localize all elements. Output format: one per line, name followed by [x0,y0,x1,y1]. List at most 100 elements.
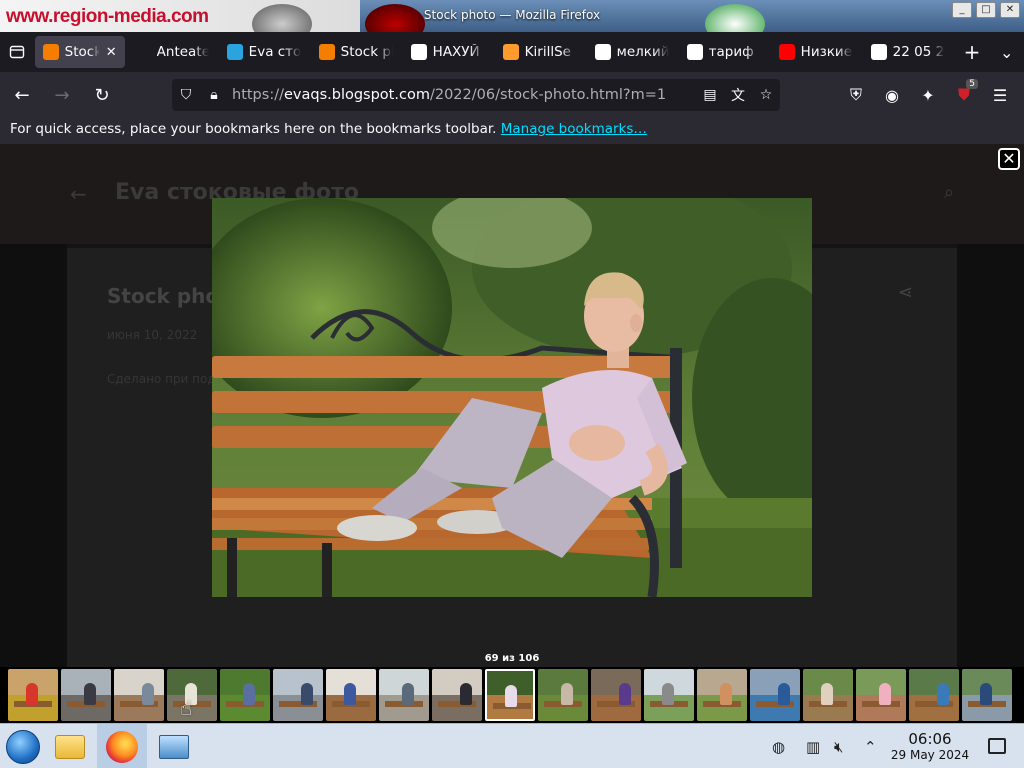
thumbnail-11[interactable] [538,669,588,721]
thumbnail-15[interactable] [750,669,800,721]
app-menu-icon[interactable]: ☰ [984,79,1016,111]
start-button[interactable] [2,724,44,768]
windows-start-icon [6,729,40,764]
thumbnail-8[interactable] [379,669,429,721]
maximize-button[interactable]: □ [976,2,996,18]
tray-expand-chevron-icon[interactable]: ⌃ [864,724,877,768]
tab-label: НАХУЙ [432,44,480,60]
thumbnail-strip [0,667,1024,723]
firefox-view-icon [10,45,25,59]
tab-4[interactable]: Stock photo [311,36,401,68]
taskbar-firefox[interactable] [97,724,147,768]
thumbnail-13[interactable] [644,669,694,721]
lock-icon[interactable]: 🔒︎ [200,87,228,103]
blogger-icon [318,44,335,60]
blog-search-icon: ⌕ [943,182,954,203]
tab-label: Eva стоковые [248,44,301,60]
taskbar: ◍ ▥ 🔇︎ ⌃ 06:06 29 May 2024 [0,723,1024,768]
taskbar-file-explorer[interactable] [48,724,92,768]
tab-9[interactable]: Низкие [771,36,861,68]
tab-7[interactable]: мелкий [587,36,677,68]
tab-label: Stock photo [64,44,100,60]
tray-network-icon[interactable]: ◍ [772,724,785,768]
ublock-extension-icon[interactable]: ⛊ 5 [948,79,980,111]
google-icon [870,44,887,60]
share-icon: ⋖ [897,282,913,303]
tab-label: тариф [708,44,754,60]
thumbnail-18[interactable] [909,669,959,721]
tab-2[interactable]: Anteater [127,36,217,68]
firefox-icon [106,730,138,763]
thumbnail-5[interactable] [220,669,270,721]
thumbnail-6[interactable] [273,669,323,721]
thumbnail-2[interactable] [61,669,111,721]
tab-label: KirillSe [524,44,571,60]
bookmark-star-icon[interactable]: ☆ [752,87,780,103]
tab-label: Низкие [800,44,853,60]
thumbnail-10[interactable] [485,669,535,721]
url-text[interactable]: https://evaqs.blogspot.com/2022/06/stock… [228,87,696,103]
firefox-view-button[interactable] [0,32,35,72]
page-margin-left [0,244,67,724]
lightbox-close-button[interactable]: ✕ [998,148,1020,170]
tracking-shield-icon[interactable]: ⛉ [172,87,200,103]
tab-label: Stock photo [340,44,393,60]
clock-date: 29 May 2024 [890,748,970,762]
youtube-icon [778,44,795,60]
remote-desktop-icon [159,734,189,759]
extensions-icon[interactable]: ✦ [912,79,944,111]
taskbar-clock[interactable]: 06:06 29 May 2024 [880,730,980,762]
account-icon[interactable]: ◉ [876,79,908,111]
extension-badge: 5 [966,79,978,89]
tab-label: 22 05 2024 [892,44,945,60]
tab-1[interactable]: Stock photo ✕ [34,36,125,68]
thumbnail-7[interactable] [326,669,376,721]
url-bar[interactable]: ⛉ 🔒︎ https://evaqs.blogspot.com/2022/06/… [172,79,780,111]
minimize-button[interactable]: _ [952,2,972,18]
thumbnail-17[interactable] [856,669,906,721]
tab-3[interactable]: Eva стоковые [219,36,309,68]
window-titlebar[interactable]: www.region-media.com Stock photo — Mozil… [0,0,1024,32]
close-window-button[interactable]: ✕ [1000,2,1020,18]
back-button[interactable]: ← [4,79,40,111]
mouse-cursor-hand-icon: ☝ [180,696,193,720]
lightbox-main-photo[interactable] [212,198,812,597]
photo-boy-on-bench [212,198,812,597]
tray-volume-muted-icon[interactable]: 🔇︎ [834,724,843,768]
new-tab-button[interactable]: + [955,32,990,72]
window-title: Stock photo — Mozilla Firefox [423,8,601,22]
google-icon [594,44,611,60]
show-desktop-icon[interactable] [988,738,1006,754]
thumbnail-9[interactable] [432,669,482,721]
telegram-icon [226,44,243,60]
pocket-icon[interactable]: ⛨ [840,79,872,111]
dark-icon [134,44,151,60]
tab-10[interactable]: 22 05 2024 [863,36,953,68]
thumbnail-12[interactable] [591,669,641,721]
post-date: июня 10, 2022 [107,328,198,342]
orange-icon [502,44,519,60]
tray-clipboard-icon[interactable]: ▥ [806,724,820,768]
reload-button[interactable]: ↻ [84,79,120,111]
clock-time: 06:06 [908,730,952,748]
taskbar-remote-desktop[interactable] [152,724,196,768]
translate-icon[interactable]: 文 [724,85,752,105]
bookmarks-toolbar: For quick access, place your bookmarks h… [0,118,1024,144]
thumbnail-14[interactable] [697,669,747,721]
tab-5[interactable]: НАХУЙ [403,36,493,68]
bookmarks-hint-text: For quick access, place your bookmarks h… [10,121,497,137]
tab-6[interactable]: KirillSe [495,36,585,68]
tab-8[interactable]: тариф [679,36,769,68]
google-icon [686,44,703,60]
tab-strip: Stock photo ✕ Anteater Eva стоковые Stock ph… [0,32,1024,72]
thumbnail-1[interactable] [8,669,58,721]
reader-view-icon[interactable]: ▤ [696,87,724,103]
list-all-tabs-button[interactable]: ⌄ [989,32,1024,72]
tab-label: Anteater [156,44,209,60]
forward-button[interactable]: → [44,79,80,111]
manage-bookmarks-link[interactable]: Manage bookmarks… [501,121,647,137]
thumbnail-19[interactable] [962,669,1012,721]
thumbnail-16[interactable] [803,669,853,721]
thumbnail-3[interactable] [114,669,164,721]
close-tab-icon[interactable]: ✕ [106,45,117,60]
